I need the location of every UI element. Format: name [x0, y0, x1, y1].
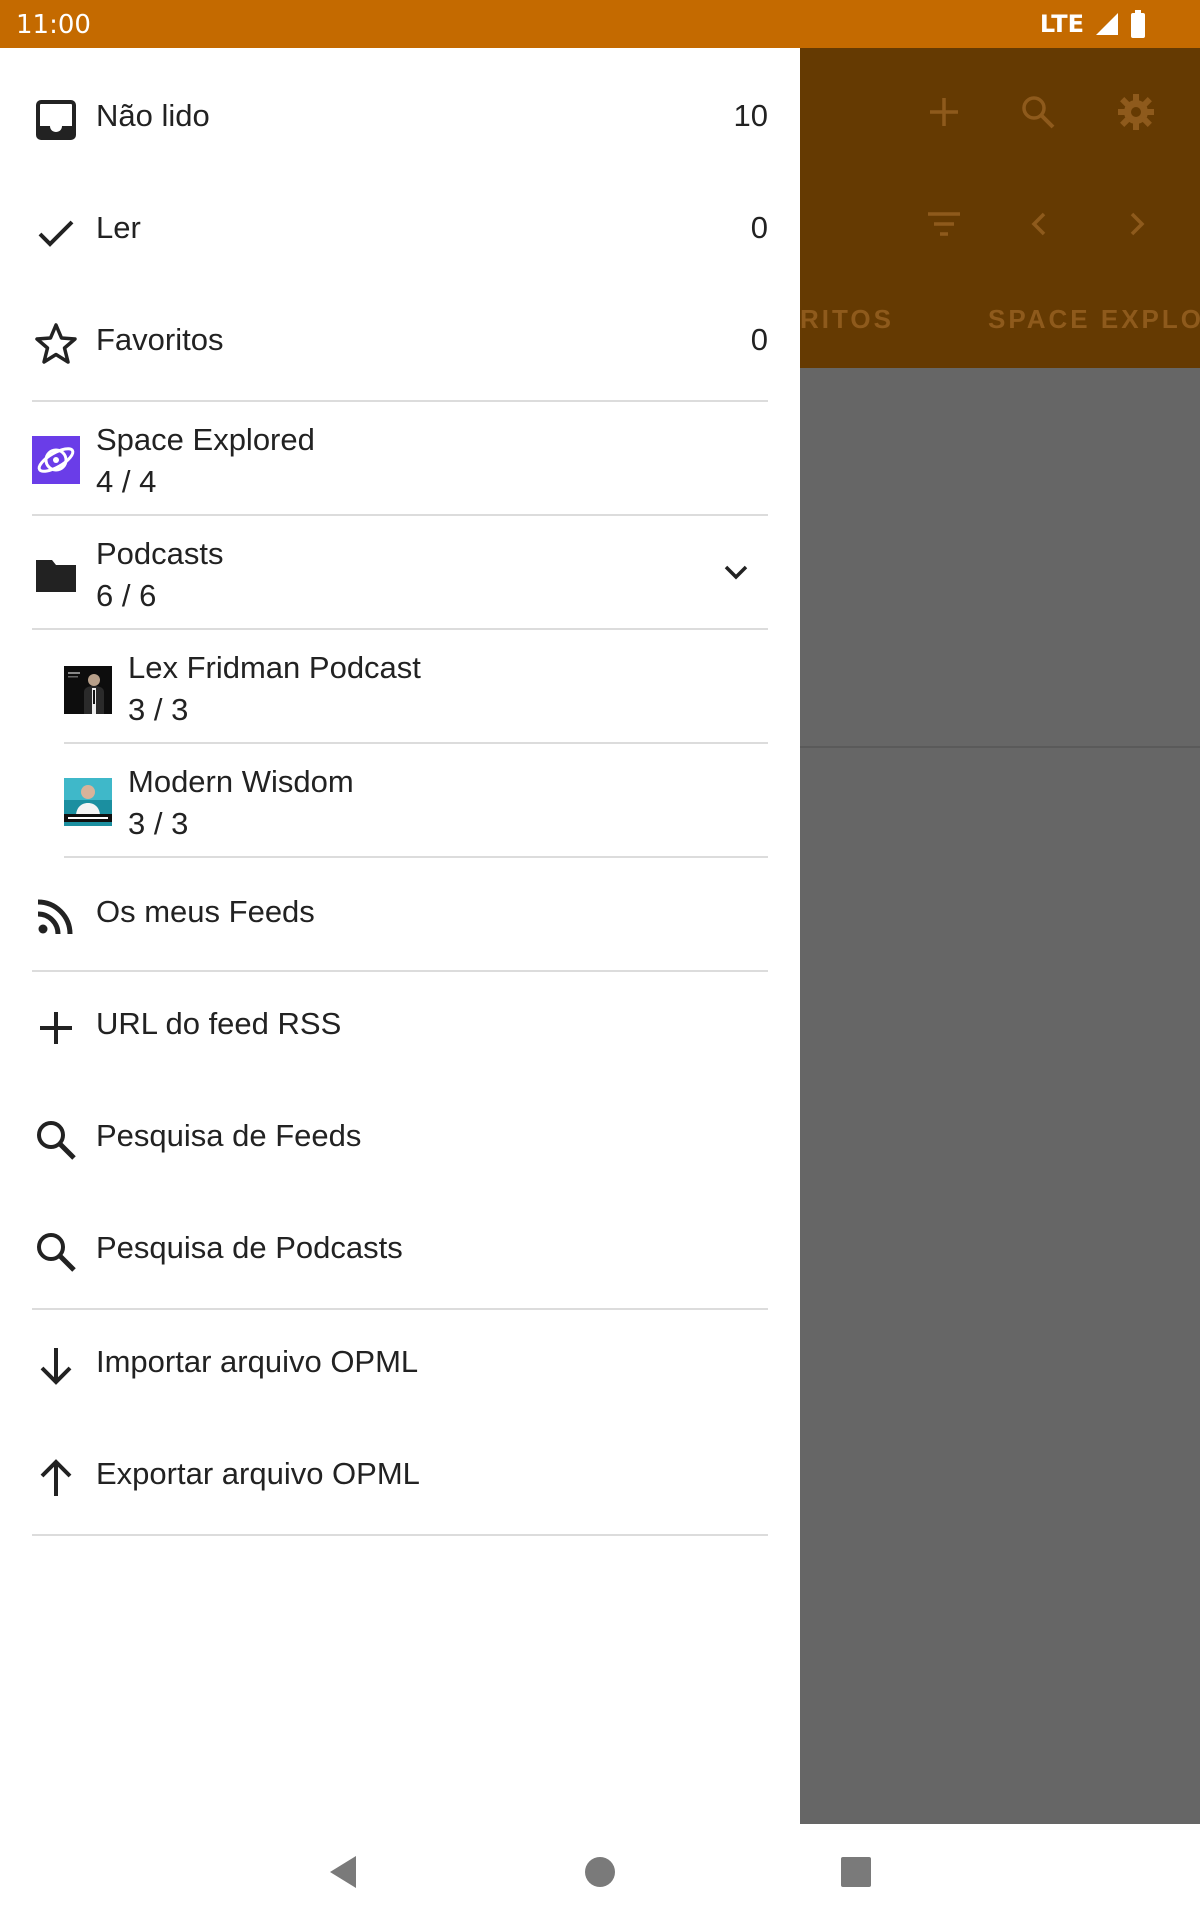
feed-counts: 3 / 3: [128, 806, 189, 841]
drawer-divider: [32, 970, 768, 972]
drawer-item-add-feed-url[interactable]: URL do feed RSS: [0, 978, 800, 1078]
lex-fridman-thumbnail: [64, 666, 112, 714]
tab-favorites: RITOS: [800, 304, 894, 334]
favorites-count: 0: [750, 322, 768, 357]
back-icon[interactable]: [320, 1848, 368, 1896]
list-divider: [800, 746, 1200, 748]
drawer-divider: [32, 628, 768, 630]
home-icon[interactable]: [576, 1848, 624, 1896]
arrow-up-icon: [40, 1459, 72, 1496]
inbox-icon: [36, 100, 76, 140]
search-icon: [37, 1121, 76, 1160]
drawer-item-search-feeds[interactable]: Pesquisa de Feeds: [0, 1090, 800, 1190]
chevron-down-icon[interactable]: [716, 552, 756, 592]
background-app-scrim[interactable]: RITOS SPACE EXPLOI: [800, 48, 1200, 1824]
folder-counts: 6 / 6: [96, 578, 157, 613]
drawer-item-unread[interactable]: Não lido 10: [0, 68, 800, 168]
drawer-divider: [32, 400, 768, 402]
drawer-item-label: Importar arquivo OPML: [96, 1344, 419, 1379]
folder-icon: [36, 560, 76, 592]
chevron-left-icon: [1031, 212, 1046, 236]
space-explored-logo: [32, 436, 80, 484]
feed-counts: 3 / 3: [128, 692, 189, 727]
folder-title: Podcasts: [96, 536, 224, 571]
drawer-item-label: URL do feed RSS: [96, 1006, 342, 1041]
modern-wisdom-thumbnail: [64, 778, 112, 826]
feed-item-space-explored[interactable]: Space Explored 4 / 4: [0, 404, 800, 516]
drawer-item-search-podcasts[interactable]: Pesquisa de Podcasts: [0, 1202, 800, 1302]
filter-icon: [928, 212, 960, 236]
feed-counts: 4 / 4: [96, 464, 157, 499]
feed-item-modern-wisdom[interactable]: Modern Wisdom 3 / 3: [0, 746, 800, 858]
arrow-down-icon: [40, 1348, 72, 1385]
rss-icon: [37, 899, 73, 935]
drawer-item-import-opml[interactable]: Importar arquivo OPML: [0, 1316, 800, 1416]
chevron-right-icon: [1130, 212, 1145, 236]
navigation-drawer: Não lido 10 Ler 0 Favoritos 0 Space Expl…: [0, 48, 800, 1824]
add-icon: [40, 1012, 72, 1044]
status-indicators: LTE: [1040, 10, 1146, 38]
app-toolbar: RITOS SPACE EXPLOI: [800, 48, 1200, 368]
feed-title: Space Explored: [96, 422, 315, 457]
tab-space-explored: SPACE EXPLOI: [988, 304, 1200, 334]
drawer-item-label: Não lido: [96, 98, 210, 133]
status-bar: 11:00 LTE: [0, 0, 1200, 48]
add-icon: [930, 98, 958, 126]
unread-count: 10: [733, 98, 768, 133]
check-icon: [38, 220, 74, 247]
system-nav-bar: [0, 1824, 1200, 1920]
drawer-divider: [32, 1534, 768, 1536]
search-icon: [1022, 96, 1055, 129]
drawer-item-read[interactable]: Ler 0: [0, 180, 800, 280]
drawer-divider: [64, 742, 768, 744]
drawer-item-label: Os meus Feeds: [96, 894, 315, 929]
drawer-item-export-opml[interactable]: Exportar arquivo OPML: [0, 1428, 800, 1528]
drawer-divider: [32, 514, 768, 516]
network-type: LTE: [1039, 10, 1084, 38]
drawer-divider: [64, 856, 768, 858]
drawer-item-favorites[interactable]: Favoritos 0: [0, 292, 800, 392]
drawer-item-label: Exportar arquivo OPML: [96, 1456, 420, 1491]
signal-icon: [1096, 13, 1118, 35]
star-icon: [35, 323, 77, 364]
search-icon: [37, 1233, 76, 1272]
drawer-item-label: Pesquisa de Podcasts: [96, 1230, 403, 1265]
drawer-item-label: Ler: [96, 210, 141, 245]
recents-icon[interactable]: [832, 1848, 880, 1896]
battery-icon: [1131, 10, 1145, 38]
drawer-divider: [32, 1308, 768, 1310]
drawer-item-label: Pesquisa de Feeds: [96, 1118, 362, 1153]
status-time: 11:00: [16, 10, 91, 40]
feed-title: Lex Fridman Podcast: [128, 650, 421, 685]
feed-title: Modern Wisdom: [128, 764, 354, 799]
read-count: 0: [750, 210, 768, 245]
feed-item-lex-fridman[interactable]: Lex Fridman Podcast 3 / 3: [0, 632, 800, 744]
folder-item-podcasts[interactable]: Podcasts 6 / 6: [0, 518, 800, 630]
settings-icon: [1118, 94, 1154, 130]
drawer-item-my-feeds[interactable]: Os meus Feeds: [0, 860, 800, 972]
drawer-item-label: Favoritos: [96, 322, 224, 357]
